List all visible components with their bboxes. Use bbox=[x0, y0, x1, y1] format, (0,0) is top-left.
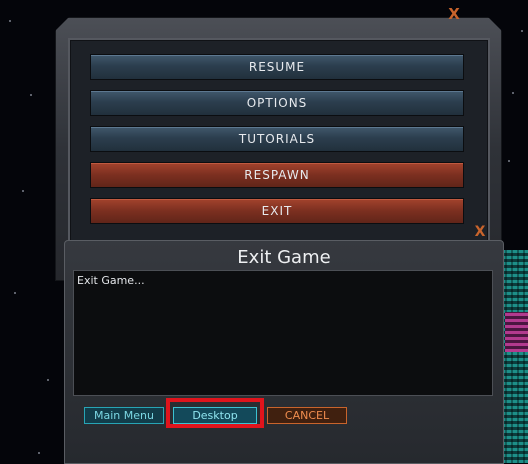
star bbox=[14, 292, 16, 294]
cancel-button[interactable]: CANCEL bbox=[267, 407, 347, 424]
star bbox=[521, 30, 523, 32]
star bbox=[22, 190, 24, 192]
exit-dialog-close-icon[interactable]: X bbox=[472, 225, 488, 241]
star bbox=[508, 160, 510, 162]
star bbox=[38, 452, 40, 454]
tutorials-button[interactable]: TUTORIALS bbox=[90, 126, 464, 152]
options-button[interactable]: OPTIONS bbox=[90, 90, 464, 116]
star bbox=[30, 94, 32, 96]
respawn-button[interactable]: RESPAWN bbox=[90, 162, 464, 188]
star bbox=[47, 379, 49, 381]
desktop-button[interactable]: Desktop bbox=[173, 407, 257, 424]
exit-dialog-message: Exit Game... bbox=[77, 274, 145, 287]
exit-dialog-message-area bbox=[73, 270, 493, 396]
star bbox=[512, 92, 514, 94]
star bbox=[9, 20, 11, 22]
space-station-lights bbox=[505, 312, 528, 352]
resume-button[interactable]: RESUME bbox=[90, 54, 464, 80]
exit-button[interactable]: EXIT bbox=[90, 198, 464, 224]
exit-dialog-title: Exit Game bbox=[237, 247, 331, 268]
main-menu-button[interactable]: Main Menu bbox=[84, 407, 164, 424]
pause-menu-close-icon[interactable]: X bbox=[446, 7, 462, 23]
